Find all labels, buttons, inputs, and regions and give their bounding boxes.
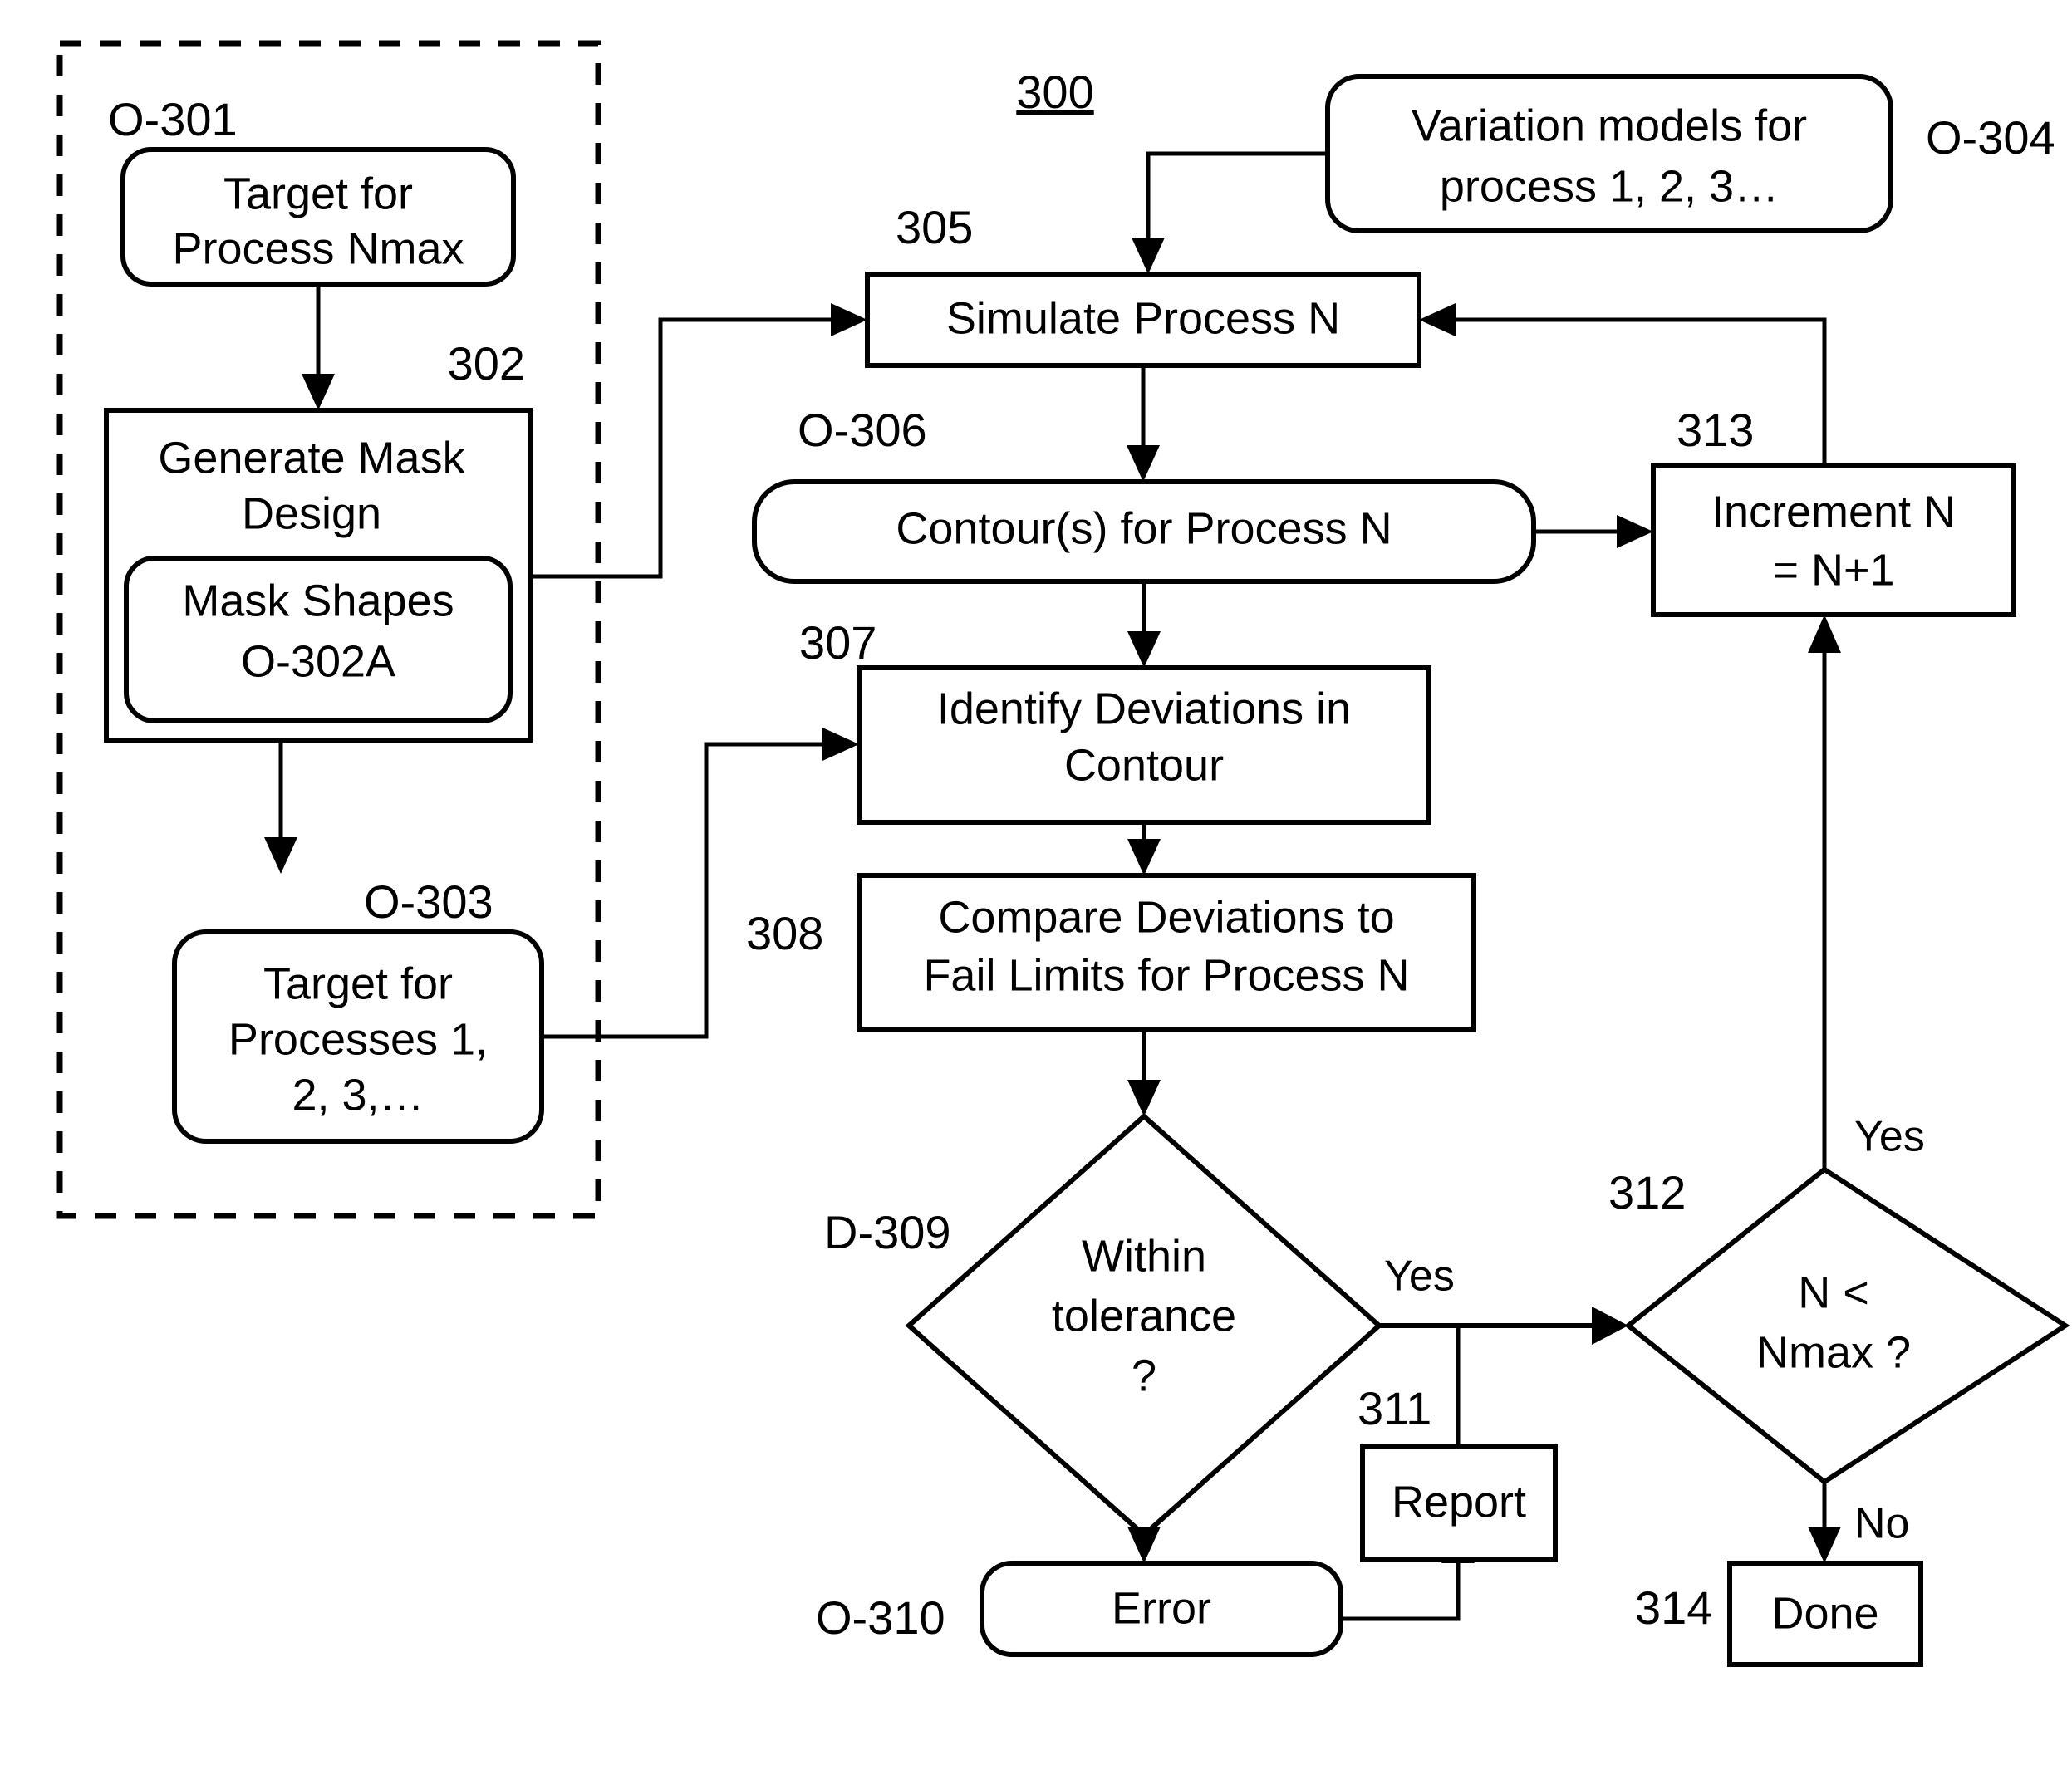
edge-label-nmax-no: No [1854,1500,1909,1548]
arrowhead-305-to-o306 [1127,445,1160,482]
arrowhead-d309-yes-to-312 [1592,1307,1628,1345]
edge-o304-to-305 [1146,151,1328,254]
arrowhead-313-to-305 [1419,303,1456,336]
arrowhead-d309-no-to-o310 [1127,1527,1161,1563]
process-flow-diagram: 300 O-301 Target for Process Nmax 302 Ge… [56,40,2070,1667]
node-mask-shapes-line2: O-302A [241,636,395,686]
node-variation-models-line2: process 1, 2, 3… [1440,161,1779,211]
node-n-less-nmax-line2: Nmax ? [1756,1327,1911,1377]
node-within-tolerance-line2: tolerance [1052,1291,1236,1341]
flowchart-canvas: 300 O-301 Target for Process Nmax 302 Ge… [0,0,2072,1765]
ref-label-308: 308 [746,907,823,959]
ref-label-305: 305 [896,201,973,253]
arrowhead-o306-to-313 [1617,515,1653,548]
arrowhead-307-to-308 [1127,839,1161,875]
node-done-label: Done [1771,1588,1878,1638]
arrowhead-302-to-o303 [264,837,297,874]
edge-label-nmax-yes: Yes [1854,1113,1925,1161]
node-target-for-processes-line3: 2, 3,… [292,1070,424,1120]
edge-label-tolerance-yes: Yes [1384,1253,1455,1301]
ref-label-o-301: O-301 [108,93,238,145]
node-error-label: Error [1112,1583,1211,1633]
node-target-for-process-nmax-line1: Target for [223,169,413,218]
ref-label-o-304: O-304 [1926,111,2055,164]
node-target-for-processes-line2: Processes 1, [228,1014,488,1064]
node-target-for-processes-line1: Target for [263,958,453,1008]
ref-label-d-309: D-309 [824,1206,951,1258]
ref-label-o-306: O-306 [798,404,927,456]
node-target-for-process-nmax-line2: Process Nmax [172,223,464,273]
node-compare-deviations-line1: Compare Deviations to [938,892,1394,942]
node-within-tolerance-line3: ? [1132,1351,1156,1400]
arrowhead-o304-to-305 [1132,238,1165,274]
ref-label-o-310: O-310 [816,1591,945,1644]
node-increment-n-line1: Increment N [1711,487,1956,537]
edge-313-to-305 [1454,317,1827,465]
ref-label-307: 307 [799,616,876,669]
arrowhead-302-to-305 [831,303,867,336]
node-generate-mask-design-line1: Generate Mask [158,433,465,483]
ref-label-302: 302 [448,337,525,390]
arrowhead-o301-to-302 [302,374,335,410]
arrowhead-o306-to-307 [1127,631,1161,668]
ref-label-311: 311 [1358,1382,1431,1434]
node-identify-deviations-line1: Identify Deviations in [937,684,1351,733]
arrowhead-308-to-d309 [1127,1080,1161,1116]
node-generate-mask-design-line2: Design [242,488,381,538]
node-within-tolerance-line1: Within [1082,1231,1206,1281]
edge-o303-to-307 [542,742,824,1039]
node-n-less-nmax-line1: N < [1798,1267,1869,1317]
node-mask-shapes-line1: Mask Shapes [182,576,454,625]
ref-label-313: 313 [1677,404,1754,456]
node-identify-deviations-line2: Contour [1064,740,1224,790]
node-increment-n-line2: = N+1 [1772,545,1894,595]
figure-number: 300 [1016,66,1093,118]
arrowhead-o303-to-307 [822,728,859,761]
node-n-less-nmax-decision[interactable] [1624,1166,2070,1485]
ref-label-314: 314 [1635,1581,1712,1634]
node-compare-deviations-line2: Fail Limits for Process N [923,950,1409,1000]
node-simulate-process-n-label: Simulate Process N [946,293,1340,343]
node-variation-models-line1: Variation models for [1412,101,1807,150]
arrowhead-312-yes-to-313 [1808,615,1841,653]
edge-o310-to-311 [1341,1560,1461,1621]
node-report-label: Report [1392,1477,1526,1527]
node-contours-for-process-n-label: Contour(s) for Process N [896,503,1392,553]
arrowhead-312-no-to-314 [1808,1527,1841,1563]
ref-label-312: 312 [1608,1166,1686,1218]
ref-label-o-303: O-303 [364,875,493,928]
